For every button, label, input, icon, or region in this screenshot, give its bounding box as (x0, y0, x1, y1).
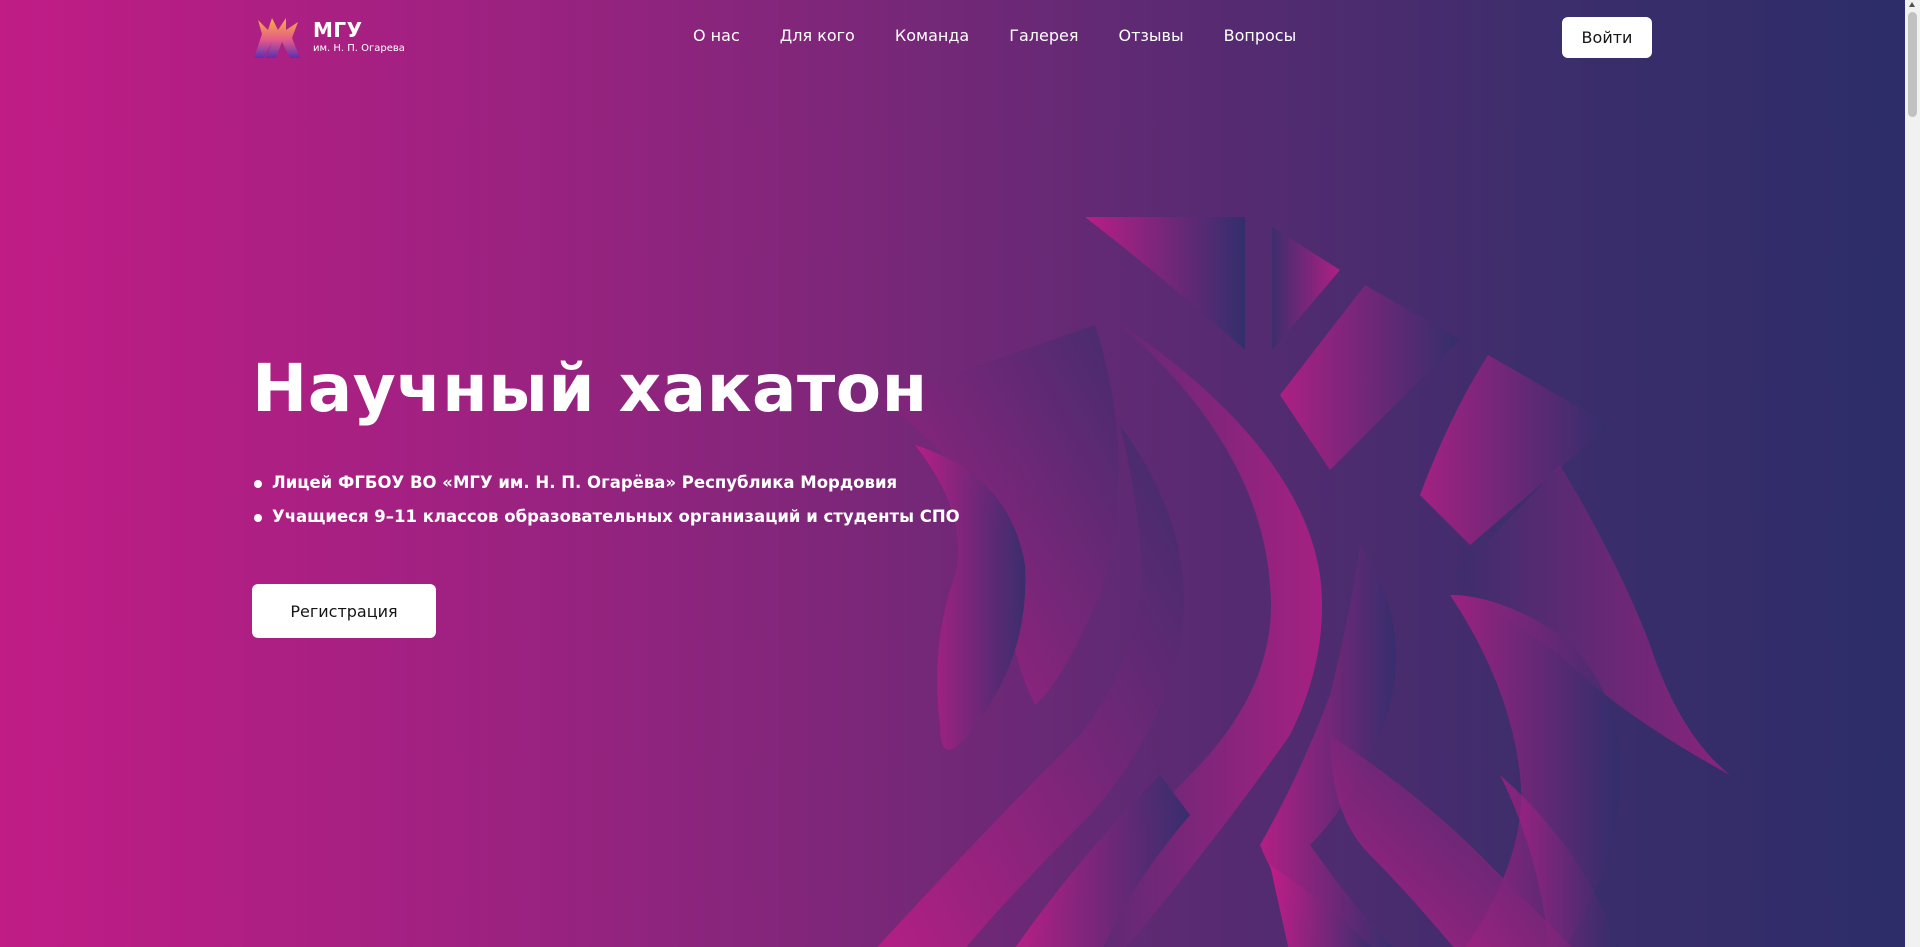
logo-title: МГУ (313, 18, 363, 42)
hero-section: МГУ им. Н. П. Огарева О нас Для кого Ком… (0, 0, 1905, 947)
logo-subtitle: им. Н. П. Огарева (313, 43, 405, 54)
flame-artwork-illustration (860, 215, 1860, 947)
scrollbar-thumb[interactable] (1908, 12, 1917, 117)
hero-bullet-text: Лицей ФГБОУ ВО «МГУ им. Н. П. Огарёва» Р… (272, 473, 898, 492)
hero-title: Научный хакатон (252, 350, 928, 427)
site-header: МГУ им. Н. П. Огарева О нас Для кого Ком… (0, 0, 1905, 76)
nav-link-about[interactable]: О нас (693, 26, 740, 45)
flame-logo-icon (252, 16, 302, 58)
nav-link-gallery[interactable]: Галерея (1009, 26, 1078, 45)
login-button[interactable]: Войти (1562, 17, 1652, 58)
logo[interactable]: МГУ им. Н. П. Огарева (252, 16, 405, 58)
register-button[interactable]: Регистрация (252, 584, 436, 638)
hero-bullet-list: Лицей ФГБОУ ВО «МГУ им. Н. П. Огарёва» Р… (252, 466, 960, 534)
nav-link-team[interactable]: Команда (895, 26, 969, 45)
bullet-dot-icon (254, 480, 262, 488)
hero-bullet-item: Учащиеся 9–11 классов образовательных ор… (252, 500, 960, 534)
hero-bullet-text: Учащиеся 9–11 классов образовательных ор… (272, 507, 960, 526)
hero-bullet-item: Лицей ФГБОУ ВО «МГУ им. Н. П. Огарёва» Р… (252, 466, 960, 500)
logo-text: МГУ им. Н. П. Огарева (313, 20, 405, 54)
page-scrollbar[interactable] (1905, 0, 1920, 947)
nav-link-audience[interactable]: Для кого (780, 26, 855, 45)
nav-link-reviews[interactable]: Отзывы (1118, 26, 1183, 45)
bullet-dot-icon (254, 514, 262, 522)
nav-link-faq[interactable]: Вопросы (1224, 26, 1297, 45)
scroll-up-arrow-icon[interactable] (1909, 2, 1915, 7)
main-nav: О нас Для кого Команда Галерея Отзывы Во… (693, 26, 1336, 45)
